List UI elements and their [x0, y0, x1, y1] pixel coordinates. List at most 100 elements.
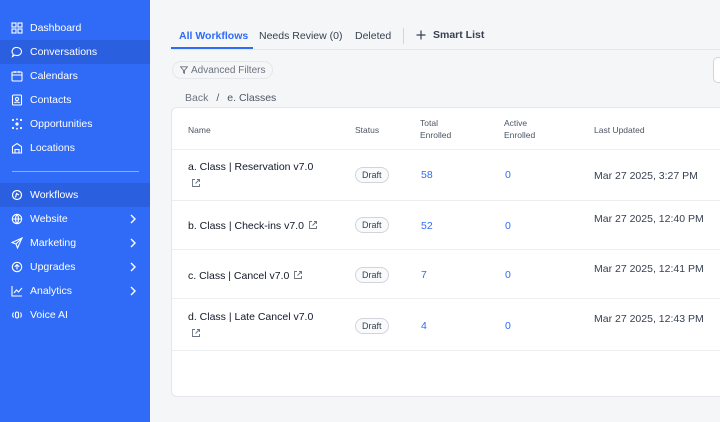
last-updated: Mar 27 2025, 12:43 PM	[594, 313, 704, 325]
sidebar-item-label: Contacts	[30, 94, 72, 106]
workflow-name-cell[interactable]: d. Class | Late Cancel v7.0	[188, 310, 313, 338]
tabs-divider	[170, 49, 720, 50]
table-row[interactable]: c. Class | Cancel v7.0 Draft 7 0 Mar 27 …	[172, 249, 720, 298]
column-header-last-updated: Last Updated	[594, 125, 645, 135]
sidebar-item-label: Calendars	[30, 70, 78, 82]
sidebar-item-locations[interactable]: Locations	[0, 136, 150, 160]
sidebar-item-label: Opportunities	[30, 118, 93, 130]
sidebar-item-label: Conversations	[30, 46, 98, 58]
table-row[interactable]: b. Class | Check-ins v7.0 Draft 52 0 Mar…	[172, 200, 720, 249]
contacts-icon	[11, 94, 23, 106]
workflow-name-cell[interactable]: b. Class | Check-ins v7.0	[188, 219, 318, 234]
column-header-total-enrolled: Total Enrolled	[420, 117, 451, 141]
workflow-name-cell[interactable]: c. Class | Cancel v7.0	[188, 269, 303, 284]
sidebar-item-label: Analytics	[30, 285, 73, 297]
sidebar-item-opportunities[interactable]: Opportunities	[0, 112, 150, 136]
tab-deleted[interactable]: Deleted	[355, 30, 391, 42]
chart-icon	[11, 285, 23, 297]
column-header-active-line2: Enrolled	[504, 130, 536, 140]
table-row[interactable]: a. Class | Reservation v7.0 Draft 58 0 M…	[172, 149, 720, 200]
main-content: All Workflows Needs Review (0) Deleted S…	[150, 0, 720, 422]
external-link-icon[interactable]	[308, 220, 318, 230]
sidebar-item-analytics[interactable]: Analytics	[0, 279, 150, 303]
tab-needs-review[interactable]: Needs Review (0)	[259, 30, 342, 42]
toolbar-button-partial[interactable]	[713, 57, 720, 83]
tab-all-workflows[interactable]: All Workflows	[179, 30, 248, 42]
send-icon	[11, 237, 23, 249]
total-enrolled-count[interactable]: 4	[421, 320, 427, 332]
column-header-total-line1: Total	[420, 118, 438, 128]
last-updated: Mar 27 2025, 3:27 PM	[594, 170, 698, 182]
dashboard-icon	[11, 22, 23, 34]
sidebar-item-label: Marketing	[30, 237, 77, 249]
status-badge: Draft	[355, 167, 389, 183]
opportunities-icon	[11, 118, 23, 130]
sidebar-item-marketing[interactable]: Marketing	[0, 231, 150, 255]
sidebar-divider	[12, 171, 139, 172]
workflow-name[interactable]: a. Class | Reservation v7.0	[188, 161, 313, 173]
filter-icon	[180, 66, 188, 74]
voice-icon	[11, 309, 23, 321]
last-updated: Mar 27 2025, 12:40 PM	[594, 213, 704, 225]
chat-icon	[11, 46, 23, 58]
advanced-filters-button[interactable]: Advanced Filters	[172, 61, 274, 79]
active-enrolled-count[interactable]: 0	[505, 220, 511, 232]
column-header-status: Status	[355, 125, 380, 135]
breadcrumb-current: e. Classes	[227, 92, 277, 104]
chevron-right-icon[interactable]	[128, 213, 138, 225]
globe-icon	[11, 213, 23, 225]
workflow-name-cell[interactable]: a. Class | Reservation v7.0	[188, 160, 313, 188]
plus-icon	[416, 30, 426, 40]
sidebar-item-dashboard[interactable]: Dashboard	[0, 16, 150, 40]
sidebar-item-label: Website	[30, 213, 68, 225]
workflows-table: Name Status Total Enrolled Active Enroll…	[171, 107, 720, 397]
total-enrolled-count[interactable]: 58	[421, 169, 433, 181]
sidebar-item-label: Voice AI	[30, 309, 68, 321]
upgrade-icon	[11, 261, 23, 273]
sidebar-item-label: Locations	[30, 142, 75, 154]
sidebar-item-contacts[interactable]: Contacts	[0, 88, 150, 112]
calendar-icon	[11, 70, 23, 82]
tab-separator	[403, 28, 404, 44]
sidebar-item-calendars[interactable]: Calendars	[0, 64, 150, 88]
sidebar: Dashboard Conversations Calendars Contac…	[0, 0, 150, 422]
workflow-name[interactable]: b. Class | Check-ins v7.0	[188, 220, 304, 232]
workflow-name[interactable]: c. Class | Cancel v7.0	[188, 270, 289, 282]
column-header-name: Name	[188, 125, 211, 135]
sidebar-item-website[interactable]: Website	[0, 207, 150, 231]
building-icon	[11, 142, 23, 154]
chevron-right-icon[interactable]	[128, 237, 138, 249]
breadcrumb-separator: /	[216, 92, 220, 104]
workflow-name[interactable]: d. Class | Late Cancel v7.0	[188, 311, 313, 323]
status-badge: Draft	[355, 267, 389, 283]
column-header-total-line2: Enrolled	[420, 130, 452, 140]
sidebar-item-workflows[interactable]: Workflows	[0, 183, 150, 207]
active-enrolled-count[interactable]: 0	[505, 269, 511, 281]
sidebar-item-label: Dashboard	[30, 22, 82, 34]
total-enrolled-count[interactable]: 52	[421, 220, 433, 232]
sidebar-item-label: Upgrades	[30, 261, 76, 273]
smart-list-label: Smart List	[433, 29, 485, 41]
smart-list-button[interactable]: Smart List	[416, 29, 484, 41]
tabs-bar: All Workflows Needs Review (0) Deleted S…	[150, 0, 720, 50]
external-link-icon[interactable]	[191, 178, 201, 188]
breadcrumb: Back / e. Classes	[185, 92, 276, 104]
sidebar-item-upgrades[interactable]: Upgrades	[0, 255, 150, 279]
sidebar-item-voice-ai[interactable]: Voice AI	[0, 303, 150, 327]
column-header-active-line1: Active	[504, 118, 528, 128]
table-row[interactable]: d. Class | Late Cancel v7.0 Draft 4 0 Ma…	[172, 298, 720, 351]
chevron-right-icon[interactable]	[128, 261, 138, 273]
breadcrumb-back-link[interactable]: Back	[185, 92, 208, 104]
external-link-icon[interactable]	[191, 328, 201, 338]
active-enrolled-count[interactable]: 0	[505, 320, 511, 332]
advanced-filters-label: Advanced Filters	[191, 64, 266, 76]
workflow-icon	[11, 189, 23, 201]
active-enrolled-count[interactable]: 0	[505, 169, 511, 181]
last-updated: Mar 27 2025, 12:41 PM	[594, 263, 704, 275]
sidebar-item-conversations[interactable]: Conversations	[0, 40, 150, 64]
external-link-icon[interactable]	[293, 270, 303, 280]
status-badge: Draft	[355, 217, 389, 233]
chevron-right-icon[interactable]	[128, 285, 138, 297]
sidebar-item-label: Workflows	[30, 189, 79, 201]
total-enrolled-count[interactable]: 7	[421, 269, 427, 281]
